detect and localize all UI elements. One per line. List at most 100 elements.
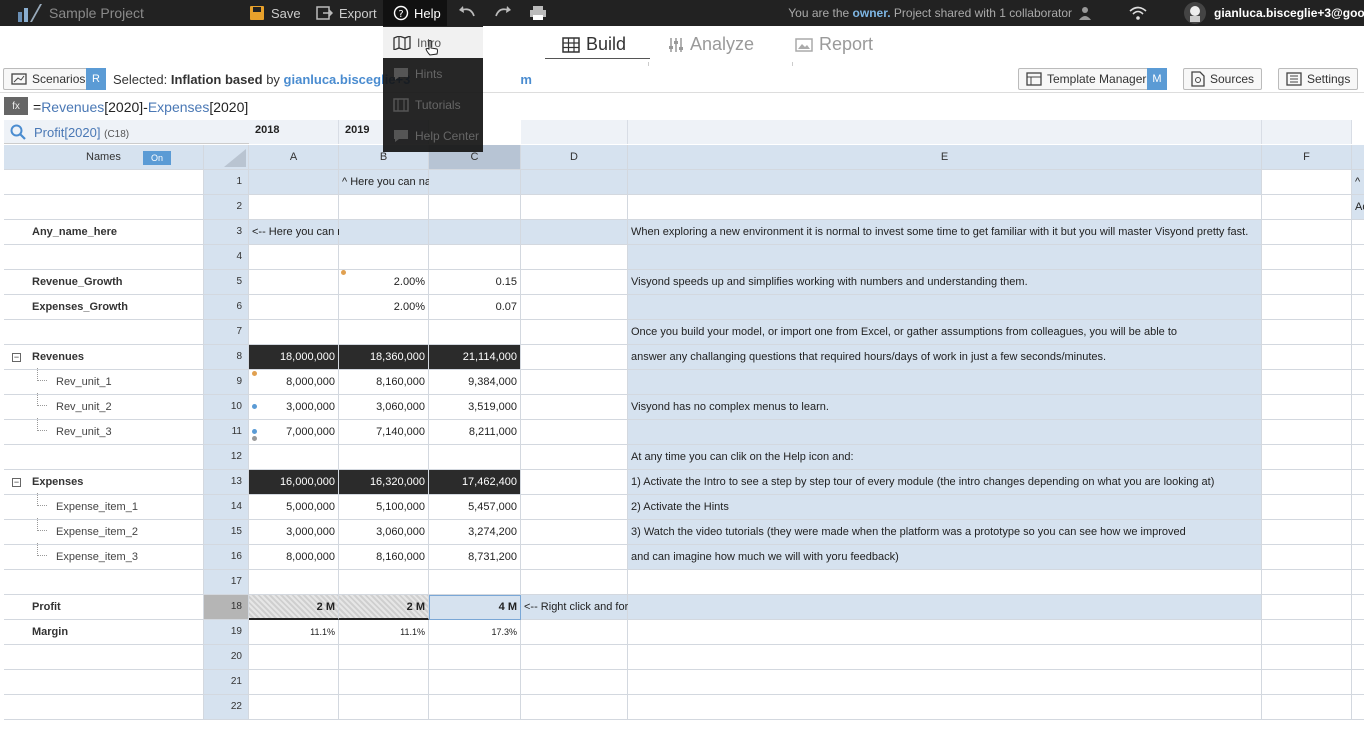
corner-select-all[interactable] <box>204 145 249 170</box>
row-number[interactable]: 16 <box>204 545 249 570</box>
column-header-next[interactable] <box>1352 145 1364 170</box>
cell-a3[interactable]: <-- Here you can name a row and refer to… <box>249 220 520 245</box>
row-name-6[interactable]: Expenses_Growth <box>4 295 204 320</box>
row-name-15[interactable]: Expense_item_2 <box>4 520 204 545</box>
cell-d5[interactable] <box>521 270 628 295</box>
cell-next-col[interactable] <box>1352 620 1364 645</box>
cell-a14[interactable]: 5,000,000 <box>249 495 339 520</box>
help-menu-hints[interactable]: Hints <box>383 58 483 89</box>
user-menu[interactable]: gianluca.bisceglie+3@goog <box>1184 0 1364 26</box>
cell-f11[interactable] <box>1262 420 1352 445</box>
cell-f17[interactable] <box>1262 570 1352 595</box>
name-box[interactable]: Profit[2020] (C18) <box>4 120 249 144</box>
cell-a7[interactable] <box>249 320 339 345</box>
row-name-11[interactable]: Rev_unit_3 <box>4 420 204 445</box>
row-number[interactable]: 17 <box>204 570 249 595</box>
cell-f6[interactable] <box>1262 295 1352 320</box>
cell-a8[interactable]: 18,000,000 <box>249 345 339 370</box>
column-header-e[interactable]: E <box>628 145 1262 170</box>
tab-analyze[interactable]: Analyze <box>668 34 754 55</box>
row-name-22[interactable] <box>4 695 204 720</box>
cell-f7[interactable] <box>1262 320 1352 345</box>
tab-report[interactable]: Report <box>795 34 873 55</box>
row-number[interactable]: 1 <box>204 170 249 195</box>
cell-f9[interactable] <box>1262 370 1352 395</box>
row-name-16[interactable]: Expense_item_3 <box>4 545 204 570</box>
row-number[interactable]: 20 <box>204 645 249 670</box>
cell-a11[interactable]: 7,000,000 <box>249 420 339 445</box>
cell-d18[interactable]: <-- Right click and format cells to disp… <box>521 595 892 620</box>
row-number[interactable]: 3 <box>204 220 249 245</box>
names-toggle[interactable]: On <box>143 151 171 165</box>
cell-a16[interactable]: 8,000,000 <box>249 545 339 570</box>
cell-e22[interactable] <box>628 695 1262 720</box>
cell-e12[interactable]: At any time you can clik on the Help ico… <box>628 445 1262 470</box>
cell-e20[interactable] <box>628 645 1262 670</box>
cell-a15[interactable]: 3,000,000 <box>249 520 339 545</box>
cell-next-col[interactable] <box>1352 670 1364 695</box>
cell-c2[interactable] <box>429 195 521 220</box>
cell-b5[interactable]: 2.00% <box>339 270 429 295</box>
cell-d20[interactable] <box>521 645 628 670</box>
cell-e14[interactable]: 2) Activate the Hints <box>628 495 1262 520</box>
cell-b14[interactable]: 5,100,000 <box>339 495 429 520</box>
row-number[interactable]: 12 <box>204 445 249 470</box>
cell-next-col[interactable] <box>1352 470 1364 495</box>
row-name-20[interactable] <box>4 645 204 670</box>
row-number[interactable]: 6 <box>204 295 249 320</box>
cell-f16[interactable] <box>1262 545 1352 570</box>
export-button[interactable]: Export <box>316 0 377 26</box>
cell-next-col[interactable] <box>1352 220 1364 245</box>
cell-f8[interactable] <box>1262 345 1352 370</box>
cell-c20[interactable] <box>429 645 521 670</box>
cell-b10[interactable]: 3,060,000 <box>339 395 429 420</box>
cell-c21[interactable] <box>429 670 521 695</box>
cell-b6[interactable]: 2.00% <box>339 295 429 320</box>
cell-a21[interactable] <box>249 670 339 695</box>
help-menu-intro[interactable]: Intro <box>383 27 483 58</box>
cell-b3[interactable] <box>339 220 429 245</box>
row-name-2[interactable] <box>4 195 204 220</box>
cell-b15[interactable]: 3,060,000 <box>339 520 429 545</box>
cell-e7[interactable]: Once you build your model, or import one… <box>628 320 1262 345</box>
row-name-4[interactable] <box>4 245 204 270</box>
cell-a12[interactable] <box>249 445 339 470</box>
cell-next-col[interactable] <box>1352 595 1364 620</box>
formula-input[interactable]: =Revenues[2020]-Expenses[2020] <box>33 99 248 115</box>
cell-e19[interactable] <box>628 620 1262 645</box>
column-header-d[interactable]: D <box>521 145 628 170</box>
row-number[interactable]: 7 <box>204 320 249 345</box>
cell-e9[interactable] <box>628 370 1262 395</box>
cell-b18[interactable]: 2 M <box>339 595 429 620</box>
row-number[interactable]: 21 <box>204 670 249 695</box>
cell-f21[interactable] <box>1262 670 1352 695</box>
cell-f1[interactable] <box>1262 170 1352 195</box>
cell-d3[interactable] <box>521 220 628 245</box>
cell-b8[interactable]: 18,360,000 <box>339 345 429 370</box>
row-name-9[interactable]: Rev_unit_1 <box>4 370 204 395</box>
cell-next-col[interactable] <box>1352 295 1364 320</box>
row-number[interactable]: 19 <box>204 620 249 645</box>
cell-c1[interactable] <box>429 170 521 195</box>
row-number[interactable]: 2 <box>204 195 249 220</box>
row-name-8[interactable]: Revenues <box>4 345 204 370</box>
help-button[interactable]: ? Help <box>383 0 447 26</box>
cell-next-col[interactable] <box>1352 370 1364 395</box>
cell-c9[interactable]: 9,384,000 <box>429 370 521 395</box>
cell-c13[interactable]: 17,462,400 <box>429 470 521 495</box>
row-name-18[interactable]: Profit <box>4 595 204 620</box>
row-name-19[interactable]: Margin <box>4 620 204 645</box>
scenarios-badge[interactable]: R <box>86 68 106 90</box>
cell-c15[interactable]: 3,274,200 <box>429 520 521 545</box>
cell-d16[interactable] <box>521 545 628 570</box>
cell-e16[interactable]: and can imagine how much we will with yo… <box>628 545 1262 570</box>
cell-next-col[interactable] <box>1352 570 1364 595</box>
save-button[interactable]: Save <box>249 0 301 26</box>
cell-next-col[interactable] <box>1352 270 1364 295</box>
row-name-21[interactable] <box>4 670 204 695</box>
cell-a18[interactable]: 2 M <box>249 595 339 620</box>
cell-d10[interactable] <box>521 395 628 420</box>
cell-f19[interactable] <box>1262 620 1352 645</box>
cell-e15[interactable]: 3) Watch the video tutorials (they were … <box>628 520 1262 545</box>
row-name-3[interactable]: Any_name_here <box>4 220 204 245</box>
